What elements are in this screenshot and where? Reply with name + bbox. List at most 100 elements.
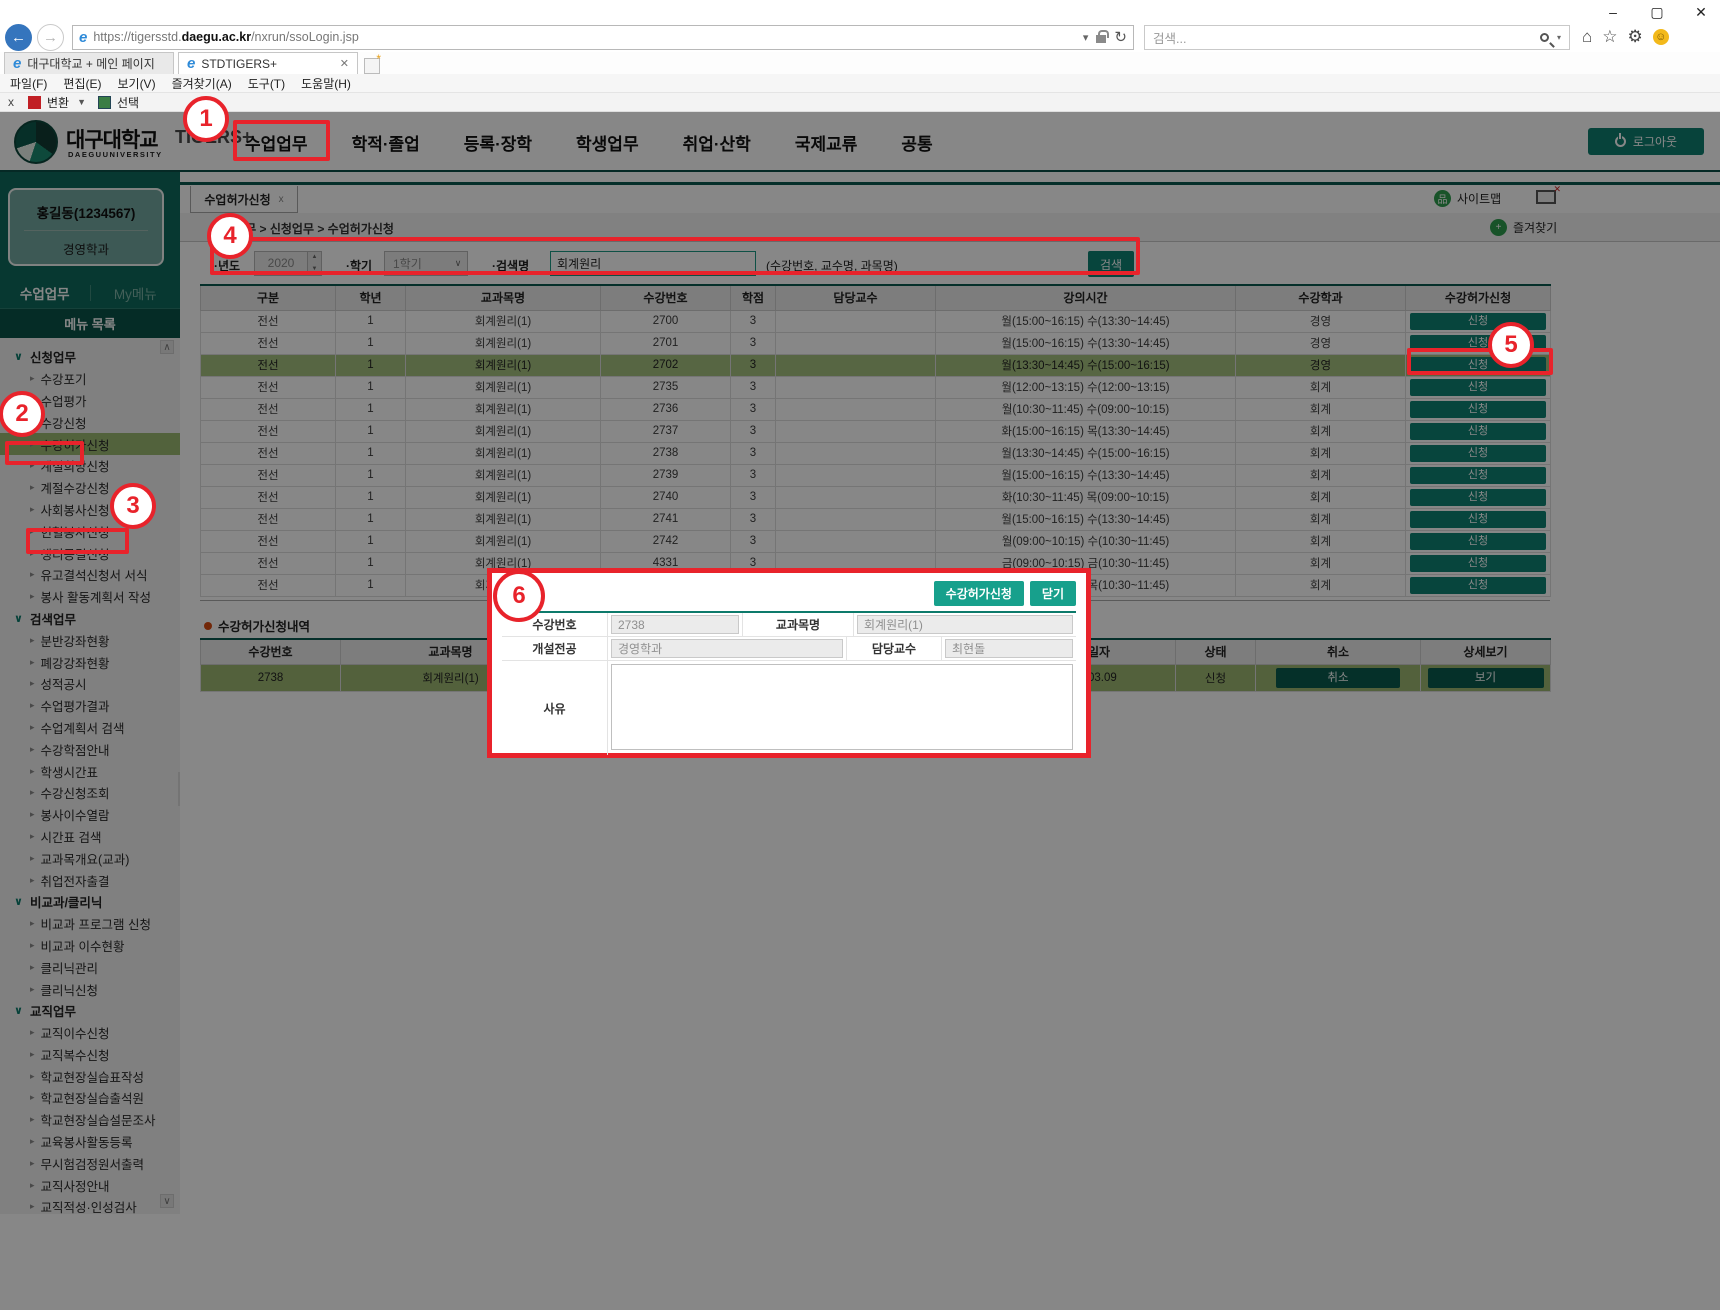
nav-item-6[interactable]: 국제교류 <box>795 130 858 155</box>
table-row[interactable]: 전선1회계원리(1)27013월(15:00~16:15) 수(13:30~14… <box>201 332 1551 354</box>
sidebar-item[interactable]: ▸생리공결신청 <box>0 542 180 564</box>
sidebar-item[interactable]: ▸봉사 활동계획서 작성 <box>0 586 180 608</box>
nav-item-2[interactable]: 학적·졸업 <box>352 130 420 155</box>
table-row[interactable]: 전선1회계원리(1)27023월(13:30~14:45) 수(15:00~16… <box>201 354 1551 376</box>
step-down-icon[interactable]: ▼ <box>308 264 321 276</box>
sidebar-item[interactable]: ▸무시험검정원서출력 <box>0 1152 180 1174</box>
search-button[interactable]: 검색 <box>1088 251 1134 277</box>
back-button[interactable]: ← <box>5 24 32 51</box>
table-row[interactable]: 전선1회계원리(1)27403화(10:30~11:45) 목(09:00~10… <box>201 486 1551 508</box>
menubar-item[interactable]: 파일(F) <box>10 75 47 92</box>
dialog-apply-button[interactable]: 수강허가신청 <box>934 581 1024 606</box>
nav-item-3[interactable]: 등록·장학 <box>464 130 532 155</box>
sidebar-item[interactable]: ▸취업전자출결 <box>0 869 180 891</box>
logout-button[interactable]: 로그아웃 <box>1588 128 1704 155</box>
home-icon[interactable]: ⌂ <box>1582 27 1592 47</box>
nav-item-4[interactable]: 학생업무 <box>576 130 639 155</box>
sidebar-item[interactable]: ▸계설희망신청 <box>0 455 180 477</box>
sidebar-item[interactable]: ▸수강포기 <box>0 368 180 390</box>
sidebar-section[interactable]: ∨비교과/클리닉 <box>0 891 180 913</box>
table-row[interactable]: 전선1회계원리(1)27373화(15:00~16:15) 목(13:30~14… <box>201 420 1551 442</box>
new-tab-button[interactable] <box>364 58 380 74</box>
apply-button[interactable]: 신청 <box>1410 511 1546 528</box>
forward-button[interactable]: → <box>37 24 64 51</box>
browser-tab-home[interactable]: e 대구대학교 + 메인 페이지 <box>4 52 174 74</box>
apply-button[interactable]: 신청 <box>1410 489 1546 506</box>
work-tab[interactable]: 수업허가신청x <box>190 186 298 213</box>
sidebar-item[interactable]: ▸시간표 검색 <box>0 826 180 848</box>
sidebar-item[interactable]: ▸성적공시 <box>0 673 180 695</box>
maximize-button[interactable]: ▢ <box>1648 4 1666 21</box>
settings-gear-icon[interactable]: ⚙ <box>1628 27 1643 47</box>
nav-item-1[interactable]: 수업업무 <box>245 130 308 155</box>
nav-item-5[interactable]: 취업·산학 <box>683 130 751 155</box>
sidebar-item[interactable]: ▸수강학점안내 <box>0 738 180 760</box>
sidebar-item[interactable]: ▸수업계획서 검색 <box>0 717 180 739</box>
close-all-tabs-icon[interactable] <box>1536 190 1556 204</box>
convert-button[interactable]: 변환 <box>47 94 69 111</box>
minimize-button[interactable]: – <box>1604 4 1622 21</box>
table-row[interactable]: 전선1회계원리(1)27363월(10:30~11:45) 수(09:00~10… <box>201 398 1551 420</box>
table-row[interactable]: 전선1회계원리(1)27423월(09:00~10:15) 수(10:30~11… <box>201 530 1551 552</box>
sidebar-tab-my[interactable]: My메뉴 <box>91 283 181 303</box>
feedback-smiley-icon[interactable]: ☺ <box>1653 29 1669 45</box>
sidebar-item[interactable]: ▸교육봉사활동등록 <box>0 1131 180 1153</box>
apply-button[interactable]: 신청 <box>1410 445 1546 462</box>
search-dropdown-icon[interactable]: ▾ <box>1557 33 1561 42</box>
search-icon[interactable] <box>1540 33 1549 42</box>
sidebar-section[interactable]: ∨검색업무 <box>0 608 180 630</box>
select-button[interactable]: 선택 <box>117 94 139 111</box>
sidebar-section[interactable]: ∨신청업무 <box>0 346 180 368</box>
sidebar-item[interactable]: ▸학교현장실습설문조사 <box>0 1109 180 1131</box>
sidebar-item[interactable]: ▸수강신청조회 <box>0 782 180 804</box>
browser-tab-active[interactable]: e STDTIGERS+ ✕ <box>178 52 358 74</box>
sidebar-item[interactable]: ▸헌혈봉사신청 <box>0 520 180 542</box>
view-button[interactable]: 보기 <box>1428 668 1544 688</box>
apply-button[interactable]: 신청 <box>1410 533 1546 550</box>
year-stepper[interactable]: 2020 ▲▼ <box>254 251 322 276</box>
scroll-up-icon[interactable]: ∧ <box>160 340 174 354</box>
apply-button[interactable]: 신청 <box>1410 467 1546 484</box>
sidebar-tab-main[interactable]: 수업업무 <box>0 283 90 303</box>
semester-select[interactable]: 1학기 ∨ <box>384 251 468 276</box>
cancel-button[interactable]: 취소 <box>1276 668 1400 688</box>
apply-button[interactable]: 신청 <box>1410 401 1546 418</box>
sidebar-item[interactable]: ▸교직적성·인성검사 <box>0 1196 180 1214</box>
sidebar-item[interactable]: ▸비교과 이수현황 <box>0 935 180 957</box>
sidebar-item[interactable]: ▸비교과 프로그램 신청 <box>0 913 180 935</box>
sidebar-item[interactable]: ▸봉사이수열람 <box>0 804 180 826</box>
sidebar-item[interactable]: ▸교직복수신청 <box>0 1044 180 1066</box>
apply-button[interactable]: 신청 <box>1410 577 1546 594</box>
apply-button[interactable]: 신청 <box>1410 423 1546 440</box>
apply-button[interactable]: 신청 <box>1410 379 1546 396</box>
favorite-link[interactable]: + 즐겨찾기 <box>1490 219 1557 236</box>
sidebar-item[interactable]: ▸교직사정안내 <box>0 1174 180 1196</box>
tab-close-icon[interactable]: x <box>279 194 284 205</box>
sidebar-item[interactable]: ▸유고결석신청서 서식 <box>0 564 180 586</box>
nav-item-7[interactable]: 공통 <box>901 130 932 155</box>
menubar-item[interactable]: 즐겨찾기(A) <box>172 75 232 92</box>
menubar-item[interactable]: 도움말(H) <box>301 75 351 92</box>
refresh-icon[interactable]: ↻ <box>1114 28 1127 46</box>
favorites-star-icon[interactable]: ☆ <box>1602 27 1617 47</box>
toolbar-close-icon[interactable]: x <box>8 95 14 109</box>
sidebar-section[interactable]: ∨교직업무 <box>0 1000 180 1022</box>
url-dropdown-icon[interactable]: ▾ <box>1083 31 1089 44</box>
reason-textarea[interactable] <box>611 664 1073 750</box>
table-row[interactable]: 전선1회계원리(1)27393월(15:00~16:15) 수(13:30~14… <box>201 464 1551 486</box>
apply-button[interactable]: 신청 <box>1410 555 1546 572</box>
sidebar-item[interactable]: ▸분반강좌현황 <box>0 629 180 651</box>
table-row[interactable]: 전선1회계원리(1)27003월(15:00~16:15) 수(13:30~14… <box>201 310 1551 332</box>
sidebar-item[interactable]: ▸학교현장실습출석원 <box>0 1087 180 1109</box>
table-row[interactable]: 전선1회계원리(1)27353월(12:00~13:15) 수(12:00~13… <box>201 376 1551 398</box>
sidebar-item[interactable]: ▸학교현장실습표작성 <box>0 1065 180 1087</box>
table-row[interactable]: 전선1회계원리(1)27383월(13:30~14:45) 수(15:00~16… <box>201 442 1551 464</box>
sidebar-item[interactable]: ▸폐강강좌현황 <box>0 651 180 673</box>
tab-close-icon[interactable]: ✕ <box>330 57 349 70</box>
step-up-icon[interactable]: ▲ <box>308 252 321 264</box>
browser-search-box[interactable]: 검색... ▾ <box>1144 25 1570 50</box>
sidebar-item[interactable]: ▸학생시간표 <box>0 760 180 782</box>
sidebar-item[interactable]: ▸클리닉관리 <box>0 956 180 978</box>
url-field[interactable]: e https://tigersstd.daegu.ac.kr/nxrun/ss… <box>72 25 1134 50</box>
menubar-item[interactable]: 편집(E) <box>63 75 101 92</box>
